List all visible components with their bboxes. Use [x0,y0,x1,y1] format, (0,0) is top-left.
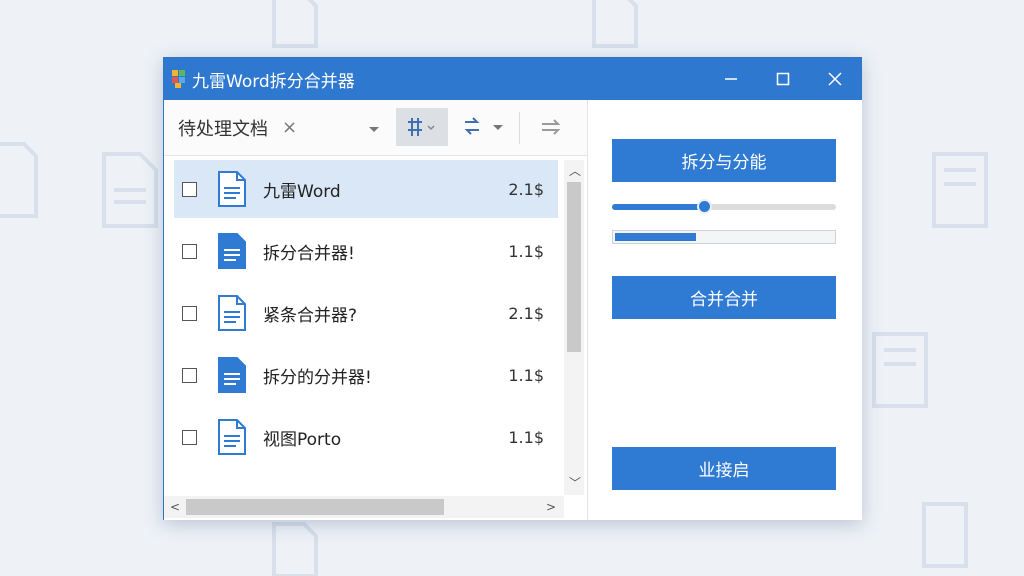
minimize-button[interactable] [705,58,757,100]
file-size: 1.1$ [508,365,544,385]
document-icon [932,152,988,228]
horizontal-scroll-thumb[interactable] [186,499,444,515]
scroll-left-icon[interactable]: < [170,500,180,514]
file-checkbox[interactable] [182,305,197,321]
actions-pane: 拆分与分能 合并合并 业接启 [588,100,862,520]
scroll-right-icon[interactable]: > [546,500,556,514]
file-checkbox[interactable] [182,367,197,383]
file-checkbox[interactable] [182,243,197,259]
file-name: 拆分合并器! [263,243,355,264]
slider-handle[interactable] [696,199,712,214]
document-icon [872,332,928,408]
file-name: 紧条合并器? [263,305,358,326]
file-row[interactable]: 九雷Word 2.1$ [174,160,558,218]
file-row[interactable]: 视图Porto 1.1$ [174,408,558,466]
maximize-button[interactable] [757,58,809,100]
file-size: 2.1$ [508,303,544,323]
document-icon [922,502,968,568]
file-row[interactable]: 紧条合并器? 2.1$ [174,284,558,342]
start-button[interactable]: 业接启 [612,447,836,490]
close-button[interactable] [809,58,861,100]
document-icon [272,0,318,48]
split-slider[interactable] [612,199,836,214]
merge-button[interactable]: 合并合并 [612,276,836,319]
file-checkbox[interactable] [182,181,197,197]
file-name: 九雷Word [263,181,341,202]
file-list-pane: 待处理文档 × 九雷Word 2.1$ 拆分合并器! 1.1$ 紧条合并器? 2.1$… [164,100,587,520]
document-icon [218,233,246,269]
file-checkbox[interactable] [182,429,197,445]
file-toolbar: 待处理文档 × [164,100,587,156]
slider-fill [612,204,704,210]
file-size: 1.1$ [508,427,544,447]
chevron-down-icon[interactable] [368,126,380,134]
scroll-down-icon[interactable]: ﹀ [569,474,581,491]
title-bar[interactable]: 九雷Word拆分合并器 [164,58,861,100]
document-icon [218,171,246,207]
progress-fill [615,233,697,241]
sort-button[interactable] [456,108,512,146]
file-row[interactable]: 拆分的分并器! 1.1$ [174,346,558,404]
document-icon [102,152,158,228]
vertical-scroll-thumb[interactable] [567,182,581,352]
forward-button[interactable] [532,108,572,146]
file-name: 视图Porto [263,429,342,450]
progress-bar [612,230,836,244]
horizontal-scrollbar[interactable]: < > [164,496,564,518]
minimize-icon [725,78,737,80]
file-size: 2.1$ [508,179,544,199]
document-icon [218,295,246,331]
grid-icon [408,118,435,136]
document-icon [0,142,38,218]
window-title: 九雷Word拆分合并器 [192,71,355,92]
close-icon [828,72,842,86]
scroll-up-icon[interactable]: ︿ [569,162,581,179]
maximize-icon [776,72,790,86]
grid-view-button[interactable] [396,108,448,146]
document-icon [218,419,246,455]
app-window: 九雷Word拆分合并器 待处理文档 × 九雷Word 2.1$ 拆分合并器! 1… [163,57,862,520]
app-logo-icon [172,70,186,88]
file-name: 拆分的分并器! [263,367,372,388]
file-list: 九雷Word 2.1$ 拆分合并器! 1.1$ 紧条合并器? 2.1$ 拆分的分并器!… [174,160,558,490]
arrow-right-icon [542,119,561,135]
document-icon [218,357,246,393]
split-button[interactable]: 拆分与分能 [612,139,836,182]
vertical-scrollbar[interactable]: ︿ ﹀ [564,160,584,495]
file-size: 1.1$ [508,241,544,261]
sort-icon [464,117,503,135]
file-row[interactable]: 拆分合并器! 1.1$ [174,222,558,280]
document-icon [272,522,318,576]
document-icon [592,0,638,48]
tab-close-button[interactable]: × [282,117,297,138]
tab-pending-docs[interactable]: 待处理文档 [178,115,268,141]
